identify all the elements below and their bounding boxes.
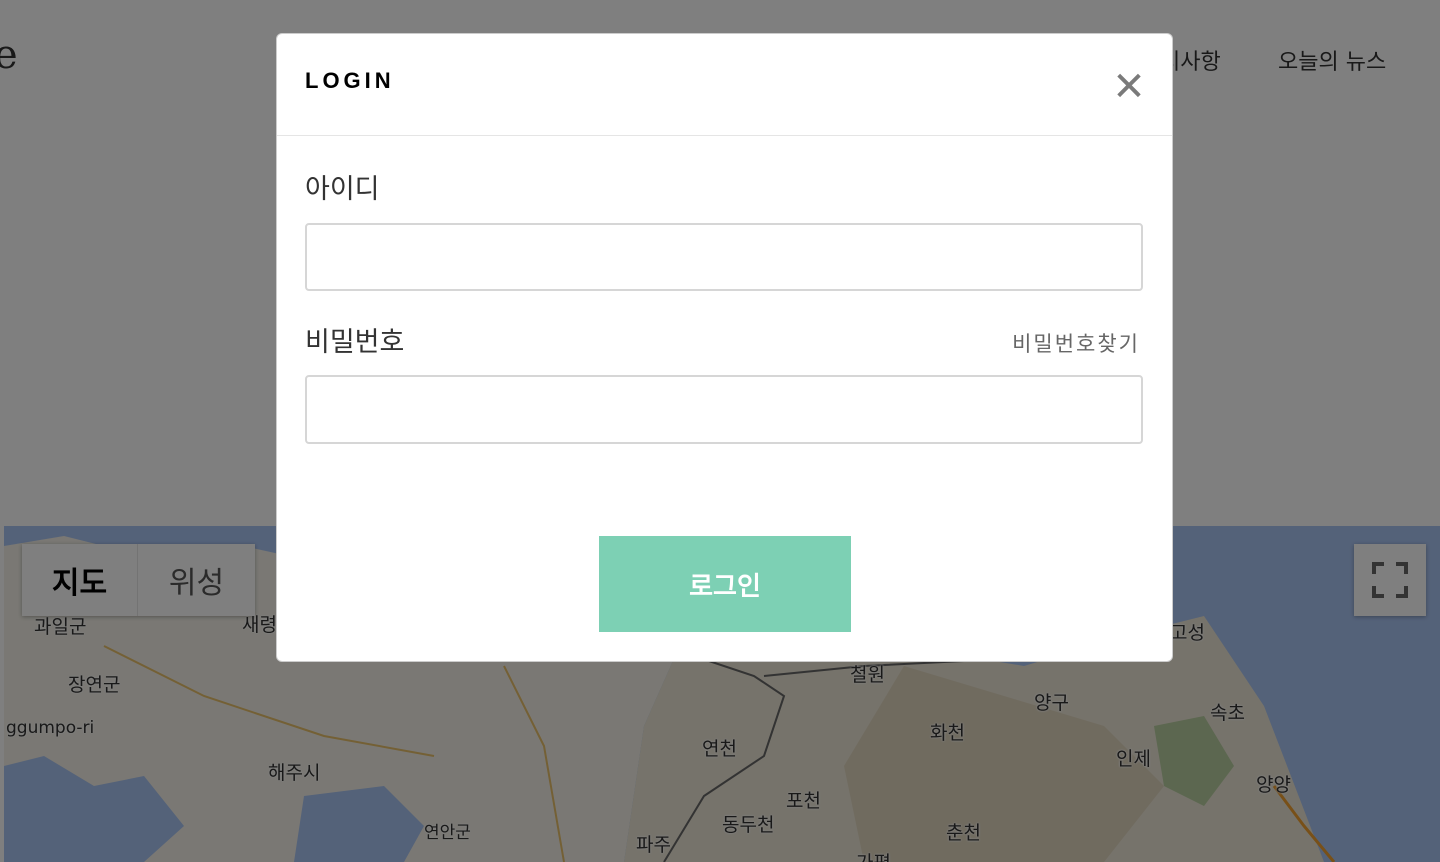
login-modal: LOGIN ✕ 아이디 비밀번호 비밀번호찾기 로그인 (276, 33, 1173, 662)
password-label: 비밀번호 (305, 327, 405, 358)
close-icon: ✕ (1112, 64, 1146, 110)
modal-title: LOGIN (305, 68, 395, 93)
close-button[interactable]: ✕ (1109, 64, 1149, 110)
id-label: 아이디 (305, 174, 380, 205)
modal-header: LOGIN ✕ (277, 34, 1172, 136)
password-input[interactable] (305, 375, 1143, 444)
id-input[interactable] (305, 223, 1143, 291)
login-button[interactable]: 로그인 (599, 536, 851, 632)
find-password-link[interactable]: 비밀번호찾기 (1012, 328, 1140, 358)
